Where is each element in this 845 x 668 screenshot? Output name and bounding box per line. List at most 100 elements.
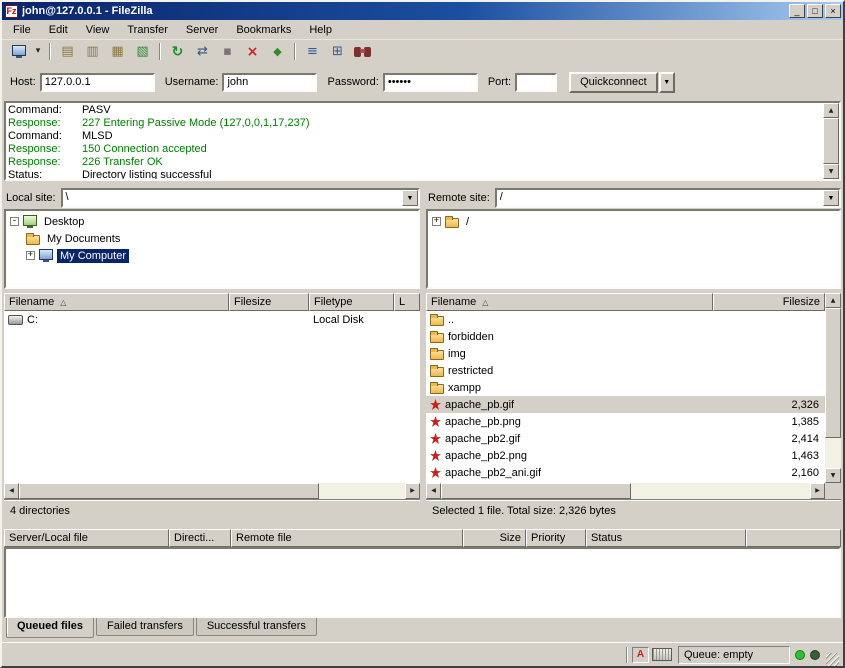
toggle-remote-tree-button[interactable]: ▦ (105, 41, 130, 62)
queue-splitter[interactable] (2, 521, 843, 529)
column-header-status[interactable]: Status (586, 529, 746, 547)
remote-file-row[interactable]: apache_pb.png 1,385 (426, 413, 825, 430)
username-input[interactable] (222, 73, 317, 92)
remote-file-row[interactable]: apache_pb2.png 1,463 (426, 447, 825, 464)
combo-dropdown-button[interactable]: ▼ (402, 190, 418, 206)
remote-file-row[interactable]: xampp (426, 379, 825, 396)
column-header-remote-file[interactable]: Remote file (231, 529, 463, 547)
maximize-button[interactable]: □ (807, 4, 823, 18)
keyboard-icon[interactable] (652, 648, 672, 661)
transfer-queue-list[interactable] (4, 547, 841, 618)
host-input[interactable] (40, 73, 155, 92)
quickconnect-dropdown-button[interactable]: ▼ (659, 72, 675, 93)
filter-button[interactable]: ≡ (300, 41, 325, 62)
menu-transfer[interactable]: Transfer (118, 21, 177, 39)
scrollbar-thumb[interactable] (19, 483, 319, 499)
password-input[interactable] (383, 73, 478, 92)
local-site-value[interactable]: \ (63, 190, 402, 206)
tree-item-label[interactable]: / (463, 215, 472, 229)
log-scrollbar[interactable]: ▲ ▼ (823, 103, 839, 179)
remote-horizontal-scrollbar[interactable]: ◀ ▶ (426, 483, 825, 499)
tree-item-label[interactable]: My Computer (57, 249, 129, 263)
tree-item-label[interactable]: My Documents (44, 232, 123, 246)
compare-button[interactable]: ⊞ (325, 41, 350, 62)
scroll-left-button[interactable]: ◀ (4, 483, 19, 499)
remote-file-row[interactable]: forbidden (426, 328, 825, 345)
column-header-size[interactable]: Size (463, 529, 526, 547)
expand-toggle[interactable]: + (432, 217, 441, 226)
column-header-filetype[interactable]: Filetype (309, 293, 394, 311)
menu-help[interactable]: Help (300, 21, 341, 39)
tree-item-desktop[interactable]: - Desktop (8, 213, 416, 230)
local-horizontal-scrollbar[interactable]: ◀ ▶ (4, 483, 420, 499)
resize-grip[interactable] (826, 653, 839, 666)
tree-item-root[interactable]: + / (430, 213, 837, 230)
toggle-message-log-button[interactable]: ▤ (55, 41, 80, 62)
tab-successful-transfers[interactable]: Successful transfers (196, 618, 317, 636)
ascii-transfer-mode-icon[interactable]: A (632, 647, 649, 663)
titlebar[interactable]: Fz john@127.0.0.1 - FileZilla _ □ × (2, 2, 843, 20)
remote-file-row[interactable]: img (426, 345, 825, 362)
scrollbar-track[interactable] (825, 308, 841, 468)
abort-button[interactable]: ▪ (215, 41, 240, 62)
menu-server[interactable]: Server (177, 21, 227, 39)
cancel-button[interactable]: × (240, 41, 265, 62)
scrollbar-thumb[interactable] (825, 308, 841, 438)
filezilla-logo-icon[interactable]: Fz (5, 5, 18, 18)
toggle-local-tree-button[interactable]: ▥ (80, 41, 105, 62)
column-header-modified[interactable]: L (394, 293, 420, 311)
remote-file-row[interactable]: .. (426, 311, 825, 328)
remote-file-row[interactable]: restricted (426, 362, 825, 379)
tree-item-my-computer[interactable]: + My Computer (8, 247, 416, 264)
column-header-direction[interactable]: Directi... (169, 529, 231, 547)
column-header-filename[interactable]: Filename△ (426, 293, 713, 311)
find-button[interactable] (350, 41, 375, 62)
remote-site-value[interactable]: / (497, 190, 823, 206)
remote-file-row[interactable]: apache_pb2.gif 2,414 (426, 430, 825, 447)
port-input[interactable] (515, 73, 557, 92)
scrollbar-thumb[interactable] (823, 118, 839, 164)
tab-failed-transfers[interactable]: Failed transfers (96, 618, 194, 636)
scroll-up-button[interactable]: ▲ (823, 103, 839, 118)
combo-dropdown-button[interactable]: ▼ (823, 190, 839, 206)
scroll-left-button[interactable]: ◀ (426, 483, 441, 499)
column-header-priority[interactable]: Priority (526, 529, 586, 547)
tree-item-label[interactable]: Desktop (41, 215, 87, 229)
site-manager-button[interactable] (6, 41, 31, 62)
scroll-up-button[interactable]: ▲ (825, 293, 841, 308)
menu-edit[interactable]: Edit (40, 21, 77, 39)
tab-queued-files[interactable]: Queued files (6, 618, 94, 638)
column-header-filename[interactable]: Filename△ (4, 293, 229, 311)
remote-vertical-scrollbar[interactable]: ▲ ▼ (825, 293, 841, 483)
toggle-queue-button[interactable]: ▧ (130, 41, 155, 62)
site-manager-dropdown-button[interactable]: ▾ (31, 41, 45, 62)
scroll-down-button[interactable]: ▼ (825, 468, 841, 483)
scroll-right-button[interactable]: ▶ (810, 483, 825, 499)
tree-item-my-documents[interactable]: My Documents (8, 230, 416, 247)
scrollbar-track[interactable] (441, 483, 810, 499)
remote-site-combobox[interactable]: / ▼ (495, 188, 841, 208)
scrollbar-thumb[interactable] (441, 483, 631, 499)
remote-file-row-selected[interactable]: apache_pb.gif 2,326 (426, 396, 825, 413)
column-header-server-local-file[interactable]: Server/Local file (4, 529, 169, 547)
collapse-toggle[interactable]: - (10, 217, 19, 226)
scrollbar-track[interactable] (823, 118, 839, 164)
scroll-down-button[interactable]: ▼ (823, 164, 839, 179)
scrollbar-track[interactable] (19, 483, 405, 499)
remote-file-row[interactable]: apache_pb2_ani.gif 2,160 (426, 464, 825, 481)
menu-view[interactable]: View (77, 21, 119, 39)
quickconnect-button[interactable]: Quickconnect (569, 72, 658, 93)
close-button[interactable]: × (825, 4, 841, 18)
refresh-button[interactable]: ↻ (165, 41, 190, 62)
menu-file[interactable]: File (4, 21, 40, 39)
process-queue-button[interactable]: ⇄ (190, 41, 215, 62)
scroll-right-button[interactable]: ▶ (405, 483, 420, 499)
expand-toggle[interactable]: + (26, 251, 35, 260)
disconnect-button[interactable]: ◆ (265, 41, 290, 62)
menu-bookmarks[interactable]: Bookmarks (227, 21, 300, 39)
local-file-row[interactable]: C: Local Disk (4, 311, 420, 328)
local-site-combobox[interactable]: \ ▼ (61, 188, 420, 208)
column-header-filesize[interactable]: Filesize (229, 293, 309, 311)
column-header-filesize[interactable]: Filesize (713, 293, 825, 311)
minimize-button[interactable]: _ (789, 4, 805, 18)
